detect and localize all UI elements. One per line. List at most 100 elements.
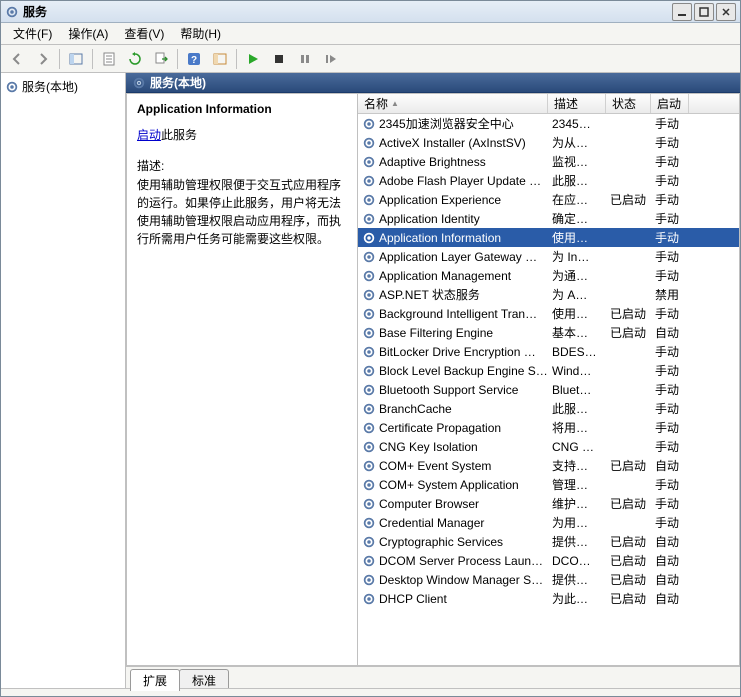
start-service-link[interactable]: 启动 <box>137 128 161 142</box>
help-button[interactable]: ? <box>182 47 206 71</box>
service-name: Application Information <box>379 231 501 245</box>
export-button[interactable] <box>149 47 173 71</box>
show-hide-tree-button[interactable] <box>64 47 88 71</box>
minimize-button[interactable] <box>672 3 692 21</box>
gear-icon <box>362 193 376 207</box>
cell-name: Cryptographic Services <box>358 535 548 549</box>
gear-icon <box>362 269 376 283</box>
cell-desc: 2345… <box>548 117 606 131</box>
back-button[interactable] <box>5 47 29 71</box>
service-row[interactable]: DCOM Server Process Laun…DCO…已启动自动 <box>358 551 739 570</box>
service-row[interactable]: Bluetooth Support ServiceBluet…手动 <box>358 380 739 399</box>
service-row[interactable]: Desktop Window Manager S…提供…已启动自动 <box>358 570 739 589</box>
cell-status: 已启动 <box>606 571 651 588</box>
toolbar-separator <box>92 49 93 69</box>
cell-name: Application Identity <box>358 212 548 226</box>
cell-desc: 使用… <box>548 229 606 246</box>
content-row: Application Information 启动此服务 描述: 使用辅助管理… <box>126 93 740 666</box>
gear-icon <box>362 117 376 131</box>
tab-extended[interactable]: 扩展 <box>130 669 180 691</box>
cell-name: DCOM Server Process Laun… <box>358 554 548 568</box>
gear-icon <box>362 573 376 587</box>
service-row[interactable]: CNG Key IsolationCNG …手动 <box>358 437 739 456</box>
cell-start: 自动 <box>651 457 689 474</box>
service-row[interactable]: ASP.NET 状态服务为 A…禁用 <box>358 285 739 304</box>
menu-help[interactable]: 帮助(H) <box>172 23 229 44</box>
service-row[interactable]: Base Filtering Engine基本…已启动自动 <box>358 323 739 342</box>
cell-start: 自动 <box>651 552 689 569</box>
service-row[interactable]: COM+ System Application管理…手动 <box>358 475 739 494</box>
service-name: Application Identity <box>379 212 480 226</box>
toolbar-extra-button[interactable] <box>208 47 232 71</box>
service-name: Cryptographic Services <box>379 535 503 549</box>
service-row[interactable]: Adobe Flash Player Update …此服…手动 <box>358 171 739 190</box>
cell-desc: 为通… <box>548 267 606 284</box>
cell-desc: 提供… <box>548 533 606 550</box>
service-row[interactable]: Application Experience在应…已启动手动 <box>358 190 739 209</box>
restart-service-button[interactable] <box>319 47 343 71</box>
cell-name: Application Layer Gateway … <box>358 250 548 264</box>
menu-view[interactable]: 查看(V) <box>116 23 172 44</box>
service-row[interactable]: Adaptive Brightness监视…手动 <box>358 152 739 171</box>
cell-status: 已启动 <box>606 457 651 474</box>
gear-icon <box>362 155 376 169</box>
col-desc[interactable]: 描述 <box>548 94 606 113</box>
col-status[interactable]: 状态 <box>606 94 651 113</box>
service-row[interactable]: Credential Manager为用…手动 <box>358 513 739 532</box>
cell-name: COM+ Event System <box>358 459 548 473</box>
cell-desc: 维护… <box>548 495 606 512</box>
cell-desc: DCO… <box>548 554 606 568</box>
services-window: 服务 文件(F) 操作(A) 查看(V) 帮助(H) ? <box>0 0 741 697</box>
forward-button[interactable] <box>31 47 55 71</box>
detail-desc-text: 使用辅助管理权限便于交互式应用程序的运行。如果停止此服务，用户将无法使用辅助管理… <box>137 176 347 248</box>
menu-action[interactable]: 操作(A) <box>60 23 116 44</box>
service-row[interactable]: Application Identity确定…手动 <box>358 209 739 228</box>
cell-desc: 将用… <box>548 419 606 436</box>
service-row[interactable]: ActiveX Installer (AxInstSV)为从…手动 <box>358 133 739 152</box>
gear-icon <box>362 174 376 188</box>
col-name[interactable]: 名称▲ <box>358 94 548 113</box>
start-service-button[interactable] <box>241 47 265 71</box>
stop-service-button[interactable] <box>267 47 291 71</box>
service-row[interactable]: BitLocker Drive Encryption …BDES…手动 <box>358 342 739 361</box>
tree-pane: 服务(本地) <box>1 73 126 688</box>
service-row[interactable]: Application Layer Gateway …为 In…手动 <box>358 247 739 266</box>
list-body[interactable]: 2345加速浏览器安全中心2345…手动ActiveX Installer (A… <box>358 114 739 665</box>
cell-desc: CNG … <box>548 440 606 454</box>
gear-icon <box>362 535 376 549</box>
service-row[interactable]: Computer Browser维护…已启动手动 <box>358 494 739 513</box>
service-row[interactable]: BranchCache此服…手动 <box>358 399 739 418</box>
tree-root-services[interactable]: 服务(本地) <box>3 77 123 96</box>
col-start[interactable]: 启动 <box>651 94 689 113</box>
service-row[interactable]: 2345加速浏览器安全中心2345…手动 <box>358 114 739 133</box>
window-title: 服务 <box>23 3 672 20</box>
gear-icon <box>362 402 376 416</box>
gear-icon <box>362 364 376 378</box>
properties-button[interactable] <box>97 47 121 71</box>
maximize-button[interactable] <box>694 3 714 21</box>
gear-icon <box>362 478 376 492</box>
service-row[interactable]: COM+ Event System支持…已启动自动 <box>358 456 739 475</box>
service-row[interactable]: Certificate Propagation将用…手动 <box>358 418 739 437</box>
service-name: Application Layer Gateway … <box>379 250 537 264</box>
cell-name: Application Experience <box>358 193 548 207</box>
gear-icon <box>362 136 376 150</box>
svg-text:?: ? <box>191 55 197 66</box>
close-button[interactable] <box>716 3 736 21</box>
cell-desc: 使用… <box>548 305 606 322</box>
refresh-button[interactable] <box>123 47 147 71</box>
service-row[interactable]: DHCP Client为此…已启动自动 <box>358 589 739 608</box>
service-row[interactable]: Application Management为通…手动 <box>358 266 739 285</box>
gear-icon <box>5 80 19 94</box>
gear-icon <box>132 76 146 90</box>
service-name: Application Experience <box>379 193 501 207</box>
gear-icon <box>362 383 376 397</box>
service-row[interactable]: Background Intelligent Tran…使用…已启动手动 <box>358 304 739 323</box>
menu-file[interactable]: 文件(F) <box>5 23 60 44</box>
service-name: Bluetooth Support Service <box>379 383 518 397</box>
service-row[interactable]: Cryptographic Services提供…已启动自动 <box>358 532 739 551</box>
pause-service-button[interactable] <box>293 47 317 71</box>
service-row[interactable]: Application Information使用…手动 <box>358 228 739 247</box>
cell-start: 自动 <box>651 571 689 588</box>
service-row[interactable]: Block Level Backup Engine S…Wind…手动 <box>358 361 739 380</box>
